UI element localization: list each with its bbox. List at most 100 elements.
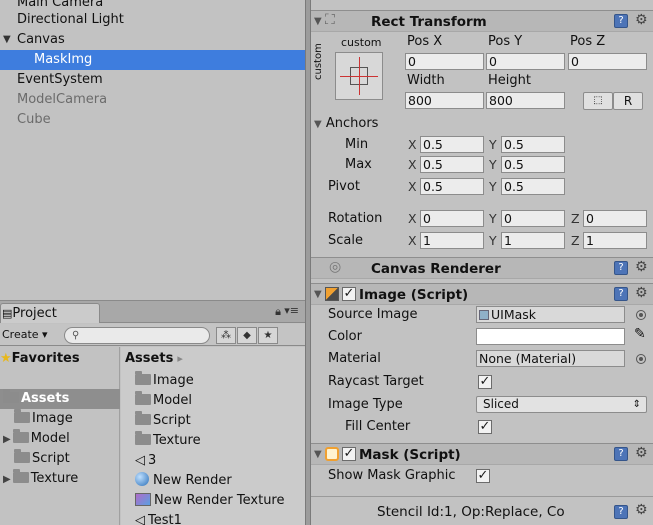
asset-item[interactable]: ◁ Test1 xyxy=(135,511,182,525)
rotation-y-field[interactable]: 0 xyxy=(501,210,565,227)
gear-icon[interactable]: ⚙ xyxy=(635,12,648,28)
expand-triangle-icon[interactable]: ▶ xyxy=(3,434,11,445)
hierarchy-item-canvas[interactable]: ▼ Canvas xyxy=(0,30,305,50)
collapse-triangle-icon[interactable]: ▼ xyxy=(314,449,322,460)
fill-center-checkbox[interactable]: ✓ xyxy=(478,420,492,434)
hierarchy-item-cube[interactable]: Cube xyxy=(0,110,305,130)
asset-item[interactable]: Script xyxy=(135,411,191,431)
height-label: Height xyxy=(488,73,531,88)
mask-enabled-checkbox[interactable]: ✓ xyxy=(342,447,356,461)
rotation-z-field[interactable]: 0 xyxy=(583,210,647,227)
gear-icon[interactable]: ⚙ xyxy=(635,259,648,275)
gear-icon[interactable]: ⚙ xyxy=(635,502,648,518)
tree-item-model[interactable]: ▶ Model xyxy=(3,429,70,449)
y-axis-label: Y xyxy=(489,233,497,248)
pivot-y-field[interactable]: 0.5 xyxy=(501,178,565,195)
project-search-input[interactable]: ⚲ xyxy=(64,327,210,344)
blueprint-mode-button[interactable]: ⬚ xyxy=(583,92,613,110)
pos-z-field[interactable]: 0 xyxy=(568,53,647,70)
project-assets-list: Assets ▸ Image Model Script Texture ◁ 3 Ne… xyxy=(121,347,305,525)
create-button[interactable]: Create ▾ xyxy=(0,327,50,343)
width-field[interactable]: 800 xyxy=(405,92,484,109)
hierarchy-item-eventsystem[interactable]: EventSystem xyxy=(0,70,305,90)
scale-y-field[interactable]: 1 xyxy=(501,232,565,249)
scale-x-field[interactable]: 1 xyxy=(420,232,484,249)
collapse-triangle-icon: ▼ xyxy=(314,119,322,130)
project-tabbar: ▤Project 🔒︎ ▾≡ xyxy=(0,301,305,323)
folder-icon xyxy=(135,391,151,405)
raw-edit-button[interactable]: R xyxy=(613,92,643,110)
pos-x-field[interactable]: 0 xyxy=(405,53,484,70)
rotation-x-field[interactable]: 0 xyxy=(420,210,484,227)
expand-triangle-icon[interactable]: ▼ xyxy=(3,30,11,50)
tree-item-texture[interactable]: ▶ Texture xyxy=(3,469,78,489)
object-picker-icon[interactable] xyxy=(636,310,646,320)
filter-by-label-icon[interactable]: ◆ xyxy=(237,327,257,344)
canvas-renderer-header[interactable]: ◎ Canvas Renderer ? ⚙ xyxy=(311,257,653,279)
help-icon[interactable]: ? xyxy=(614,505,628,519)
anchor-min-x-field[interactable]: 0.5 xyxy=(420,136,484,153)
anchor-max-x-field[interactable]: 0.5 xyxy=(420,156,484,173)
filter-by-type-icon[interactable]: ⁂ xyxy=(216,327,236,344)
help-icon[interactable]: ? xyxy=(614,261,628,275)
color-field[interactable] xyxy=(476,328,625,345)
mask-script-title: Mask (Script) xyxy=(359,447,461,463)
favorite-star-icon[interactable]: ★ xyxy=(258,327,278,344)
asset-item[interactable]: New Render xyxy=(135,471,232,491)
gear-icon[interactable]: ⚙ xyxy=(635,445,648,461)
rect-transform-header[interactable]: ▼ ⛶ Rect Transform ? ⚙ xyxy=(311,10,653,32)
pos-y-field[interactable]: 0 xyxy=(486,53,565,70)
anchor-crosshair-v-icon xyxy=(359,57,360,95)
mask-script-header[interactable]: ▼ ✓ Mask (Script) ? ⚙ xyxy=(311,443,653,465)
image-script-header[interactable]: ▼ ✓ Image (Script) ? ⚙ xyxy=(311,283,653,305)
image-enabled-checkbox[interactable]: ✓ xyxy=(342,287,356,301)
source-image-field[interactable]: UIMask xyxy=(476,306,625,323)
anchor-max-y-field[interactable]: 0.5 xyxy=(501,156,565,173)
collapse-triangle-icon[interactable]: ▼ xyxy=(314,16,322,27)
hierarchy-item-directional-light[interactable]: Directional Light xyxy=(0,10,305,30)
asset-item[interactable]: New Render Texture xyxy=(135,491,285,511)
show-mask-graphic-checkbox[interactable]: ✓ xyxy=(476,469,490,483)
expand-triangle-icon[interactable]: ▶ xyxy=(3,474,11,485)
color-label: Color xyxy=(328,329,362,344)
scale-z-field[interactable]: 1 xyxy=(583,232,647,249)
asset-item[interactable]: Image xyxy=(135,371,194,391)
height-field[interactable]: 800 xyxy=(486,92,565,109)
raycast-target-checkbox[interactable]: ✓ xyxy=(478,375,492,389)
favorites-item[interactable]: ★Favorites xyxy=(0,349,80,369)
lock-icon[interactable]: 🔒︎ xyxy=(275,305,281,319)
eyedropper-icon[interactable]: ✎ xyxy=(634,326,646,342)
y-axis-label: Y xyxy=(489,179,497,194)
hierarchy-item-modelcamera[interactable]: ModelCamera xyxy=(0,90,305,110)
asset-item[interactable]: Texture xyxy=(135,431,201,451)
anchor-preset-button[interactable] xyxy=(335,52,383,100)
folder-icon xyxy=(135,431,151,445)
help-icon[interactable]: ? xyxy=(614,14,628,28)
tree-item-assets[interactable]: Assets xyxy=(0,389,120,409)
folder-icon xyxy=(14,449,30,463)
tab-project[interactable]: ▤Project xyxy=(0,303,100,323)
image-type-label: Image Type xyxy=(328,397,403,412)
image-type-dropdown[interactable]: Sliced ⇕ xyxy=(476,396,647,413)
pivot-x-field[interactable]: 0.5 xyxy=(420,178,484,195)
object-picker-icon[interactable] xyxy=(636,354,646,364)
anchors-foldout[interactable]: ▼ Anchors xyxy=(314,116,378,131)
help-icon[interactable]: ? xyxy=(614,447,628,461)
asset-item[interactable]: ◁ 3 xyxy=(135,451,156,471)
gear-icon[interactable]: ⚙ xyxy=(635,285,648,301)
source-image-label: Source Image xyxy=(328,307,418,322)
panel-menu-icon[interactable]: ▾≡ xyxy=(284,304,299,317)
x-axis-label: X xyxy=(408,211,417,226)
x-axis-label: X xyxy=(408,157,417,172)
tree-item-image[interactable]: Image xyxy=(14,409,73,429)
canvas-renderer-title: Canvas Renderer xyxy=(371,261,501,277)
collapse-triangle-icon[interactable]: ▼ xyxy=(314,289,322,300)
help-icon[interactable]: ? xyxy=(614,287,628,301)
assets-breadcrumb[interactable]: Assets ▸ xyxy=(125,349,183,369)
tree-item-label: Script xyxy=(32,451,70,466)
tree-item-script[interactable]: Script xyxy=(14,449,70,469)
material-field[interactable]: None (Material) xyxy=(476,350,625,367)
hierarchy-item-maskimg[interactable]: MaskImg xyxy=(0,50,305,70)
anchor-min-y-field[interactable]: 0.5 xyxy=(501,136,565,153)
asset-item[interactable]: Model xyxy=(135,391,192,411)
